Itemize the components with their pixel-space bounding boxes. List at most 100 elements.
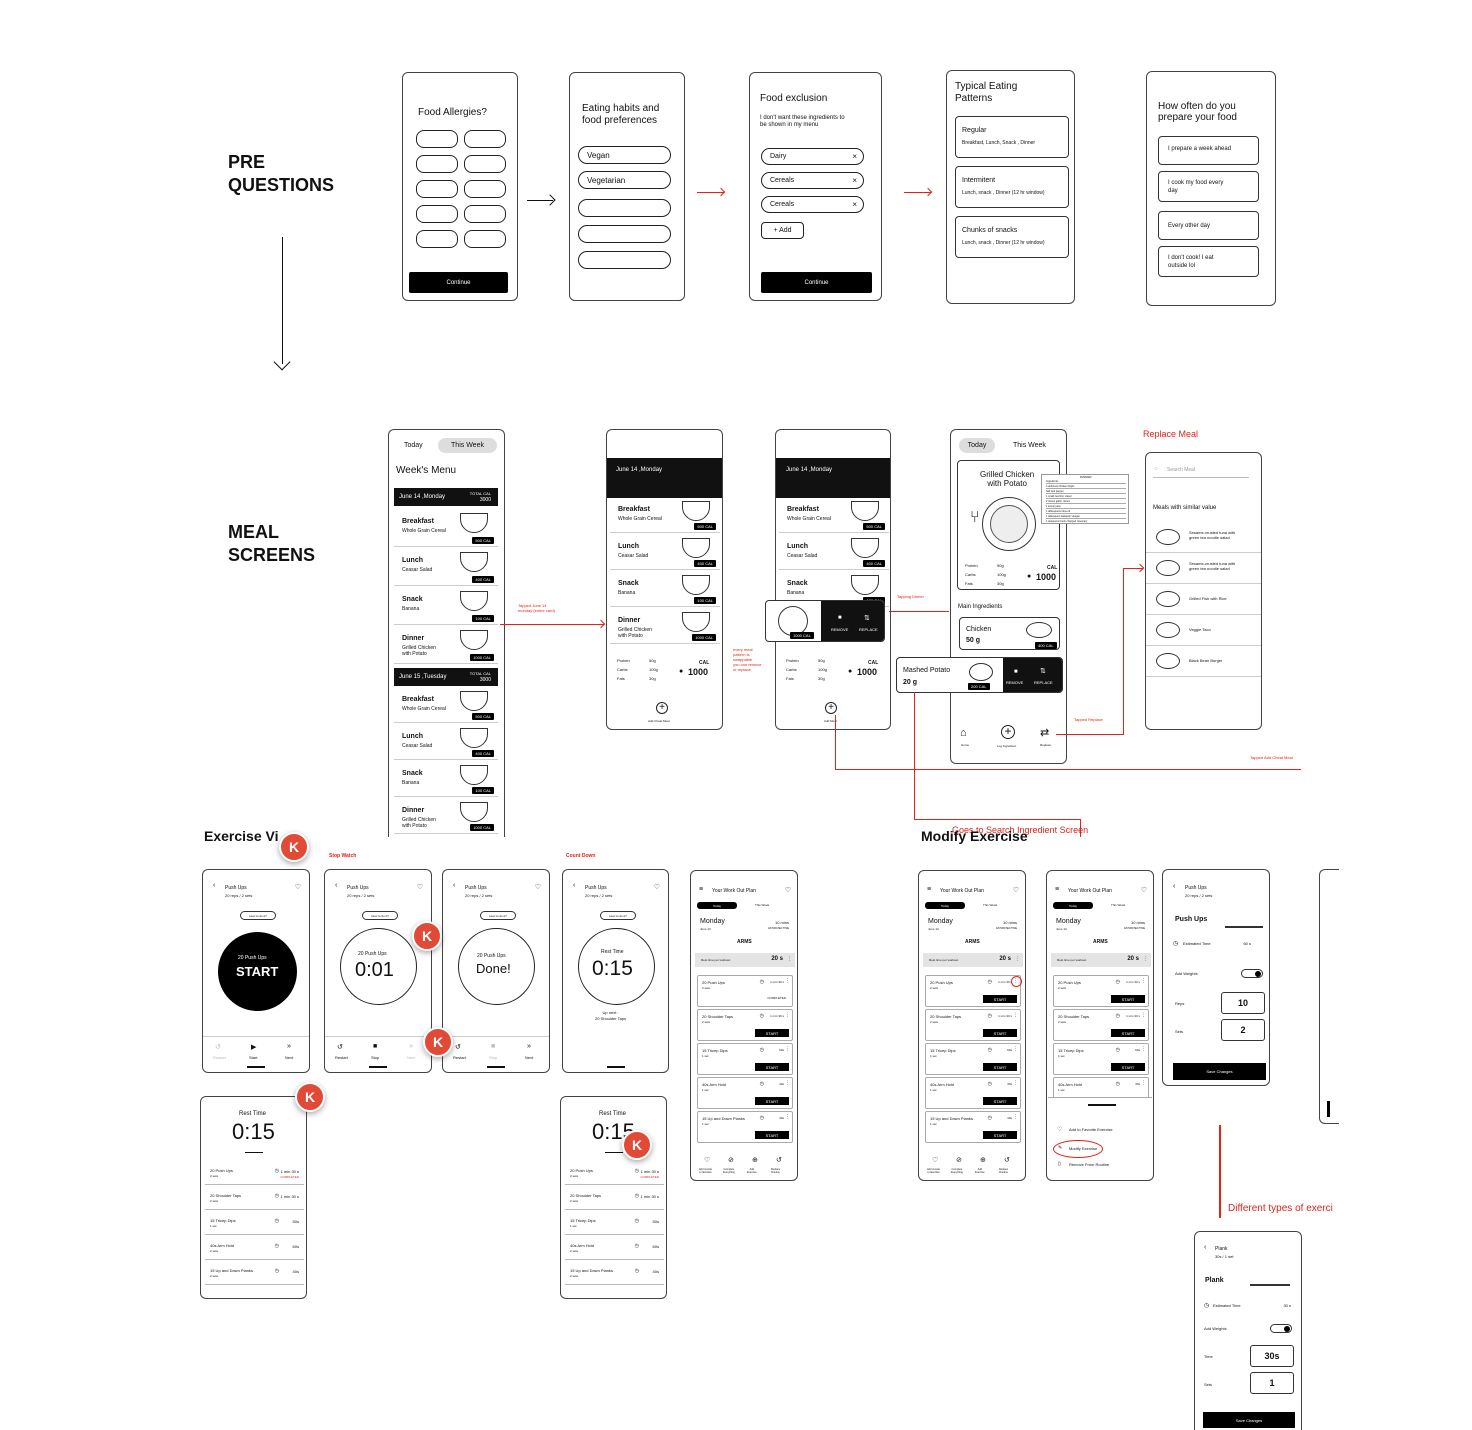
meal-row-breakfast[interactable]: Breakfast Whole Grain Cereal 500 CAL bbox=[610, 498, 720, 533]
start-button[interactable]: START bbox=[1111, 1029, 1145, 1037]
add-circle-icon[interactable]: + bbox=[656, 702, 668, 714]
back-icon[interactable]: ‹ bbox=[335, 882, 337, 889]
add-icon[interactable]: ⊕ bbox=[752, 1156, 758, 1164]
avatar[interactable]: K bbox=[423, 1027, 453, 1057]
meal-row-dinner[interactable]: Dinner Grilled Chicken with Potato 1000 CA… bbox=[394, 799, 498, 834]
tab-this-week[interactable]: This Week bbox=[983, 903, 997, 907]
avatar[interactable]: K bbox=[412, 921, 442, 951]
rest-time-row[interactable]: Rest time per workout 20 s ⋮ bbox=[1051, 953, 1151, 967]
plan-exercise-card[interactable]: 20 Push Ups 2 sets ◷ 1 min 30 s ⋮ START bbox=[1053, 975, 1149, 1007]
exercise-row[interactable]: 40s Arm Hold 2 sets ◷ 60s bbox=[565, 1236, 664, 1260]
more-icon[interactable]: ⋮ bbox=[785, 1046, 790, 1052]
meal-row-dinner[interactable]: Dinner Grilled Chicken with Potato 1000 CA… bbox=[394, 627, 498, 664]
chip-cereals-2[interactable]: Cereals × bbox=[761, 196, 864, 213]
start-circle[interactable]: 20 Push Ups START bbox=[218, 932, 297, 1011]
tab-this-week[interactable]: This Week bbox=[1013, 442, 1046, 449]
meal-row-breakfast[interactable]: Breakfast Whole Grain Cereal 500 CAL bbox=[779, 498, 889, 533]
start-button[interactable]: START bbox=[1111, 995, 1145, 1003]
back-icon[interactable]: ‹ bbox=[1173, 883, 1175, 890]
favorite-icon[interactable]: ♡ bbox=[704, 1156, 710, 1164]
save-changes-button[interactable]: Save Changes bbox=[1203, 1412, 1295, 1428]
start-button[interactable]: START bbox=[755, 1131, 789, 1139]
tab-this-week[interactable]: This Week bbox=[1111, 903, 1125, 907]
plan-exercise-card[interactable]: 20 Shoulder Taps 2 sets ◷ 1 min 30 s ⋮ START bbox=[697, 1009, 793, 1041]
stop-icon[interactable]: ■ bbox=[491, 1043, 495, 1050]
replace-meal-item[interactable]: Veggie Taco bbox=[1146, 616, 1261, 646]
option-every-other-day[interactable]: Every other day bbox=[1158, 211, 1259, 240]
add-weights-toggle[interactable] bbox=[1270, 1324, 1292, 1333]
option-empty[interactable] bbox=[578, 199, 671, 217]
more-icon[interactable]: ⋮ bbox=[1143, 956, 1148, 962]
plan-exercise-card[interactable]: 20 Shoulder Taps 2 sets ◷ 1 min 30 s ⋮ START bbox=[925, 1009, 1021, 1041]
continue-button[interactable]: Continue bbox=[409, 272, 508, 293]
more-icon[interactable]: ⋮ bbox=[1015, 956, 1020, 962]
allergy-option[interactable] bbox=[416, 155, 458, 173]
close-icon[interactable]: × bbox=[852, 200, 857, 209]
next-icon[interactable]: » bbox=[287, 1043, 291, 1050]
plan-exercise-card[interactable]: 20 Push Ups 2 sets ◷ 1 min 30 s ⋮ START bbox=[925, 975, 1021, 1007]
option-vegetarian[interactable]: Vegetarian bbox=[578, 171, 671, 189]
continue-button[interactable]: Continue bbox=[761, 272, 872, 293]
plan-exercise-card[interactable]: 15 Tricep Dips 1 set ◷ 60s ⋮ START bbox=[1053, 1043, 1149, 1075]
plan-exercise-card[interactable]: 15 Up and Down Planks 1 set ◷ 40s ⋮ START bbox=[925, 1111, 1021, 1143]
tab-this-week[interactable]: This Week bbox=[438, 438, 497, 453]
allergy-option[interactable] bbox=[416, 205, 458, 223]
remove-action[interactable]: REMOVE bbox=[831, 627, 848, 632]
back-icon[interactable]: ‹ bbox=[453, 882, 455, 889]
replace-icon[interactable]: ↺ bbox=[1004, 1156, 1010, 1164]
plan-exercise-card[interactable]: 15 Up and Down Planks 1 set ◷ 40s ⋮ START bbox=[697, 1111, 793, 1143]
tab-today[interactable]: Today bbox=[404, 442, 423, 449]
sets-input[interactable]: 2 bbox=[1221, 1019, 1265, 1041]
meal-row-lunch[interactable]: Lunch Ceasar Salad 400 CAL bbox=[779, 535, 889, 570]
more-icon[interactable]: ⋮ bbox=[1141, 1080, 1146, 1086]
more-icon[interactable]: ⋮ bbox=[1141, 1046, 1146, 1052]
heart-icon[interactable]: ♡ bbox=[1141, 886, 1147, 894]
exercise-row[interactable]: 15 Tricep Dips 1 set ◷ 50s bbox=[565, 1211, 664, 1235]
option-empty[interactable] bbox=[578, 251, 671, 269]
menu-add-favorite[interactable]: Add to Favorite Exercise bbox=[1069, 1127, 1113, 1132]
back-icon[interactable]: ‹ bbox=[1204, 1244, 1206, 1251]
meal-row-dinner[interactable]: Dinner Grilled Chicken with Potato 1000 CA… bbox=[610, 609, 720, 644]
allergy-option[interactable] bbox=[464, 230, 506, 248]
replace-meal-item[interactable]: Black Bean Burger bbox=[1146, 647, 1261, 677]
replace-meal-item[interactable]: Sesame-crusted tuna with green tea noodl… bbox=[1146, 554, 1261, 584]
start-button[interactable]: START bbox=[983, 1063, 1017, 1071]
replace-meal-item[interactable]: Grilled Fish with Rice bbox=[1146, 585, 1261, 615]
start-button[interactable]: START bbox=[983, 995, 1017, 1003]
more-icon[interactable]: ⋮ bbox=[1013, 1012, 1018, 1018]
start-button[interactable]: START bbox=[1111, 1063, 1145, 1071]
plan-exercise-card[interactable]: 20 Push Ups 2 sets ◷ 1 min 30 s ⋮ COMPLETED bbox=[697, 975, 793, 1007]
more-icon[interactable]: ⋮ bbox=[1141, 978, 1146, 984]
close-icon[interactable]: × bbox=[852, 152, 857, 161]
ingredient-chicken[interactable]: Chicken 50 g 400 CAL bbox=[959, 617, 1060, 650]
exercise-row[interactable]: 20 Shoulder Taps 2 sets ◷ 1 min 30 s bbox=[205, 1186, 304, 1210]
add-weights-toggle[interactable] bbox=[1241, 969, 1263, 978]
more-icon[interactable]: ⋮ bbox=[785, 1080, 790, 1086]
add-button[interactable]: + Add bbox=[761, 222, 804, 239]
option-week-ahead[interactable]: I prepare a week ahead bbox=[1158, 136, 1259, 165]
tab-today-active[interactable]: Today bbox=[959, 438, 995, 453]
time-input[interactable]: 30s bbox=[1250, 1345, 1294, 1367]
how-to-button[interactable]: How to do it? bbox=[600, 911, 636, 920]
more-icon[interactable]: ⋮ bbox=[1141, 1012, 1146, 1018]
restart-icon[interactable]: ↺ bbox=[215, 1043, 221, 1051]
back-icon[interactable]: ‹ bbox=[573, 882, 575, 889]
tab-today[interactable]: Today bbox=[925, 902, 965, 909]
menu-modify-exercise[interactable]: Modify Exercise bbox=[1069, 1146, 1097, 1151]
close-icon[interactable]: × bbox=[852, 176, 857, 185]
replace-icon[interactable]: ⇄ bbox=[1040, 726, 1049, 739]
rest-time-row[interactable]: Rest time per workout 20 s ⋮ bbox=[695, 953, 795, 967]
log-ingredient-icon[interactable]: + bbox=[1001, 725, 1015, 739]
meal-row-snack[interactable]: Snack Banana 100 CAL bbox=[394, 588, 498, 625]
favorite-icon[interactable]: ♡ bbox=[932, 1156, 938, 1164]
how-to-button[interactable]: How to do it? bbox=[362, 911, 398, 920]
exercise-row[interactable]: 15 Up and Down Planks 2 sets ◷ 40s bbox=[205, 1261, 304, 1285]
plan-exercise-card[interactable]: 15 Tricep Dips 1 set ◷ 60s ⋮ START bbox=[925, 1043, 1021, 1075]
meal-row-snack[interactable]: Snack Banana 100 CAL bbox=[610, 572, 720, 607]
allergy-option[interactable] bbox=[464, 155, 506, 173]
avatar[interactable]: K bbox=[295, 1082, 325, 1112]
next-icon[interactable]: » bbox=[527, 1043, 531, 1050]
replace-icon[interactable]: ↺ bbox=[776, 1156, 782, 1164]
replace-meal-item[interactable]: Sesame-crusted tuna with green tea noodl… bbox=[1146, 523, 1261, 553]
meal-row-breakfast[interactable]: Breakfast Whole Grain Cereal 500 CAL bbox=[394, 510, 498, 547]
